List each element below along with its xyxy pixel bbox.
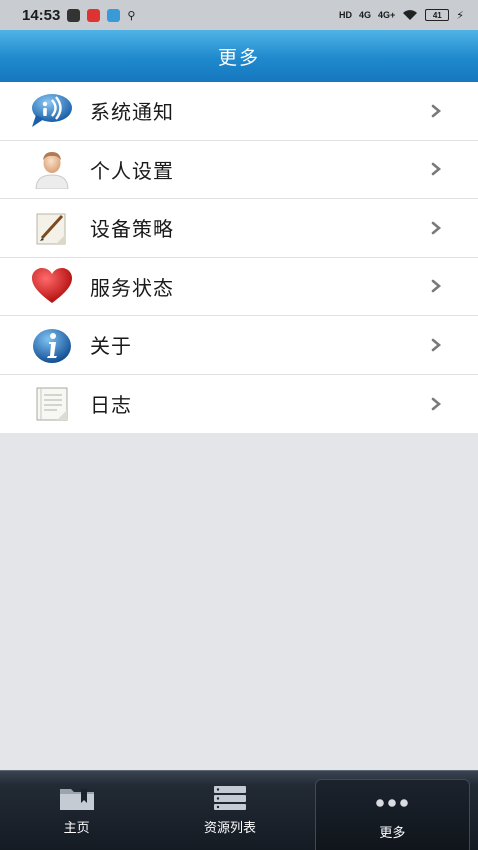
battery-indicator: 41 [425, 9, 450, 21]
hd-voice-icon: HD [338, 10, 352, 20]
menu-item-device-policy[interactable]: 设备策略 [0, 199, 478, 258]
info-icon [30, 323, 74, 367]
chevron-right-icon [431, 221, 442, 235]
menu-item-service-status[interactable]: 服务状态 [0, 258, 478, 316]
chevron-right-icon [431, 338, 442, 352]
tab-more[interactable]: 更多 [314, 779, 470, 850]
menu-item-label: 关于 [90, 334, 132, 359]
tab-label: 更多 [379, 825, 406, 841]
status-right: HD 4G 4G+ 41 ⚡ [339, 9, 464, 21]
menu-item-label: 服务状态 [90, 275, 174, 300]
folder-bookmark-icon [59, 785, 95, 811]
weather-app-icon [107, 8, 121, 22]
more-dots-icon [374, 790, 410, 816]
status-bar: 14:53 ⚲ HD 4G 4G+ 41 ⚡ [0, 0, 478, 30]
tab-home[interactable]: 主页 [0, 771, 153, 850]
pen-paper-icon [30, 206, 74, 250]
network-4g-label: 4G [358, 10, 371, 20]
menu-item-label: 个人设置 [90, 158, 174, 183]
menu-item-log[interactable]: 日志 [0, 375, 478, 434]
chevron-right-icon [431, 104, 442, 118]
title-bar: 更多 [0, 30, 478, 82]
page-title: 更多 [217, 46, 260, 69]
usb-icon: ⚲ [127, 8, 136, 22]
status-time: 14:53 [22, 6, 61, 24]
menu-list: 系统通知 个人设置 设备策略 服务状态 关于 日志 [0, 82, 478, 433]
notification-bubble-icon [30, 89, 74, 133]
menu-item-label: 日志 [90, 393, 132, 418]
tab-label: 资源列表 [203, 821, 256, 836]
chevron-right-icon [431, 162, 442, 176]
menu-item-personal-settings[interactable]: 个人设置 [0, 141, 478, 199]
status-left: 14:53 ⚲ [22, 7, 135, 24]
chevron-right-icon [431, 279, 442, 293]
network-4g-plus-label: 4G+ [378, 10, 396, 20]
wifi-icon [403, 10, 418, 20]
notification-app-icon [87, 8, 101, 22]
heart-icon [30, 264, 74, 308]
chevron-right-icon [431, 397, 442, 411]
server-list-icon [212, 785, 248, 811]
menu-item-label: 设备策略 [90, 217, 174, 242]
charging-icon: ⚡ [456, 8, 464, 22]
bottom-tab-bar: 主页 资源列表 更多 [0, 770, 478, 850]
menu-item-label: 系统通知 [90, 100, 174, 125]
menu-item-system-notification[interactable]: 系统通知 [0, 82, 478, 141]
music-app-icon [67, 8, 81, 22]
tab-resource-list[interactable]: 资源列表 [153, 771, 306, 850]
person-icon [30, 147, 74, 191]
tab-label: 主页 [63, 821, 90, 836]
menu-item-about[interactable]: 关于 [0, 316, 478, 375]
log-document-icon [30, 382, 74, 426]
